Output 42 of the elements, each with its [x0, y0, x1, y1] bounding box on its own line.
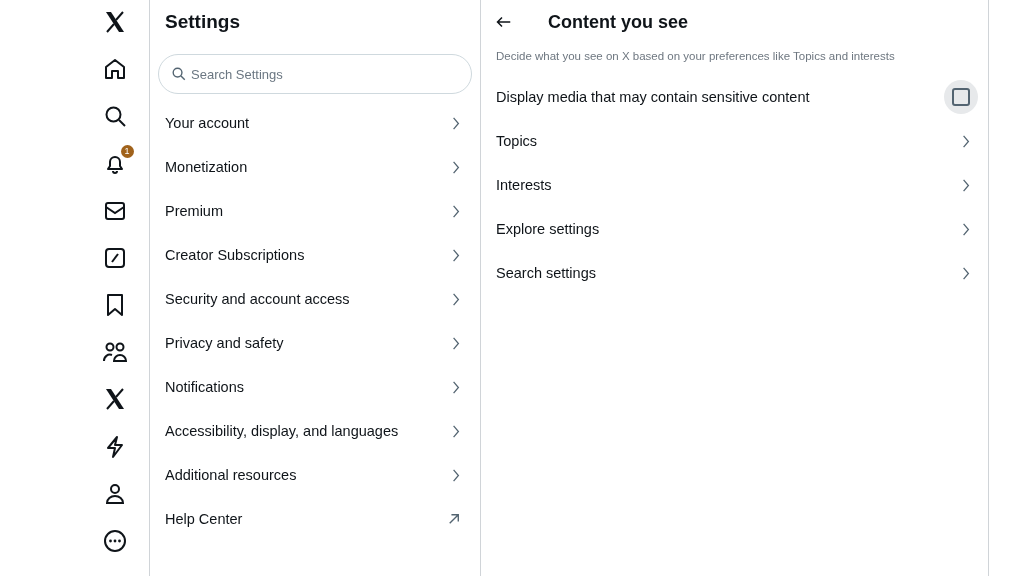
chevron-icon	[962, 222, 970, 236]
search-field[interactable]: Search Settings	[158, 54, 472, 94]
content-setting-row[interactable]: Interests	[481, 163, 988, 207]
search-icon[interactable]	[102, 104, 127, 129]
content-setting-row[interactable]: Display media that may contain sensitive content	[481, 75, 988, 119]
settings-menu-item[interactable]: Creator Subscriptions	[150, 233, 480, 277]
chevron-icon	[452, 116, 460, 130]
settings-menu-item[interactable]: Additional resources	[150, 453, 480, 497]
chevron-icon	[452, 424, 460, 438]
chevron-icon	[452, 468, 460, 482]
more-icon[interactable]	[102, 528, 127, 553]
settings-menu-item[interactable]: Premium	[150, 189, 480, 233]
chevron-icon	[452, 160, 460, 174]
settings-menu-item[interactable]: Accessibility, display, and languages	[150, 409, 480, 453]
page-title: Content you see	[548, 11, 689, 33]
settings-menu-item[interactable]: Notifications	[150, 365, 480, 409]
chevron-icon	[962, 178, 970, 192]
back-arrow-icon[interactable]	[496, 16, 511, 28]
search-icon	[171, 66, 186, 81]
chevron-icon	[962, 266, 970, 280]
slash-square-icon[interactable]	[102, 245, 127, 270]
people-icon[interactable]	[101, 340, 128, 365]
chevron-icon	[452, 204, 460, 218]
settings-title: Settings	[164, 10, 241, 34]
settings-menu-item[interactable]: Security and account access	[150, 277, 480, 321]
settings-menu-item[interactable]: Your account	[150, 101, 480, 145]
chevron-icon	[452, 248, 460, 262]
content-setting-row[interactable]: Search settings	[481, 251, 988, 295]
chevron-icon	[452, 292, 460, 306]
chevron-icon	[452, 380, 460, 394]
settings-menu-item[interactable]: Monetization	[150, 145, 480, 189]
notification-badge: 1	[120, 144, 134, 158]
content-setting-row[interactable]: Explore settings	[481, 207, 988, 251]
home-icon[interactable]	[102, 57, 127, 82]
checkbox[interactable]	[952, 88, 970, 106]
chevron-icon	[452, 336, 460, 350]
description: Decide what you see on X based on your preferences like Topics and interests	[496, 50, 896, 62]
settings-menu-item[interactable]: Privacy and safety	[150, 321, 480, 365]
content-setting-row[interactable]: Topics	[481, 119, 988, 163]
external-link-icon	[448, 513, 460, 525]
settings-menu-item[interactable]: Help Center	[150, 497, 480, 541]
chevron-icon	[962, 134, 970, 148]
